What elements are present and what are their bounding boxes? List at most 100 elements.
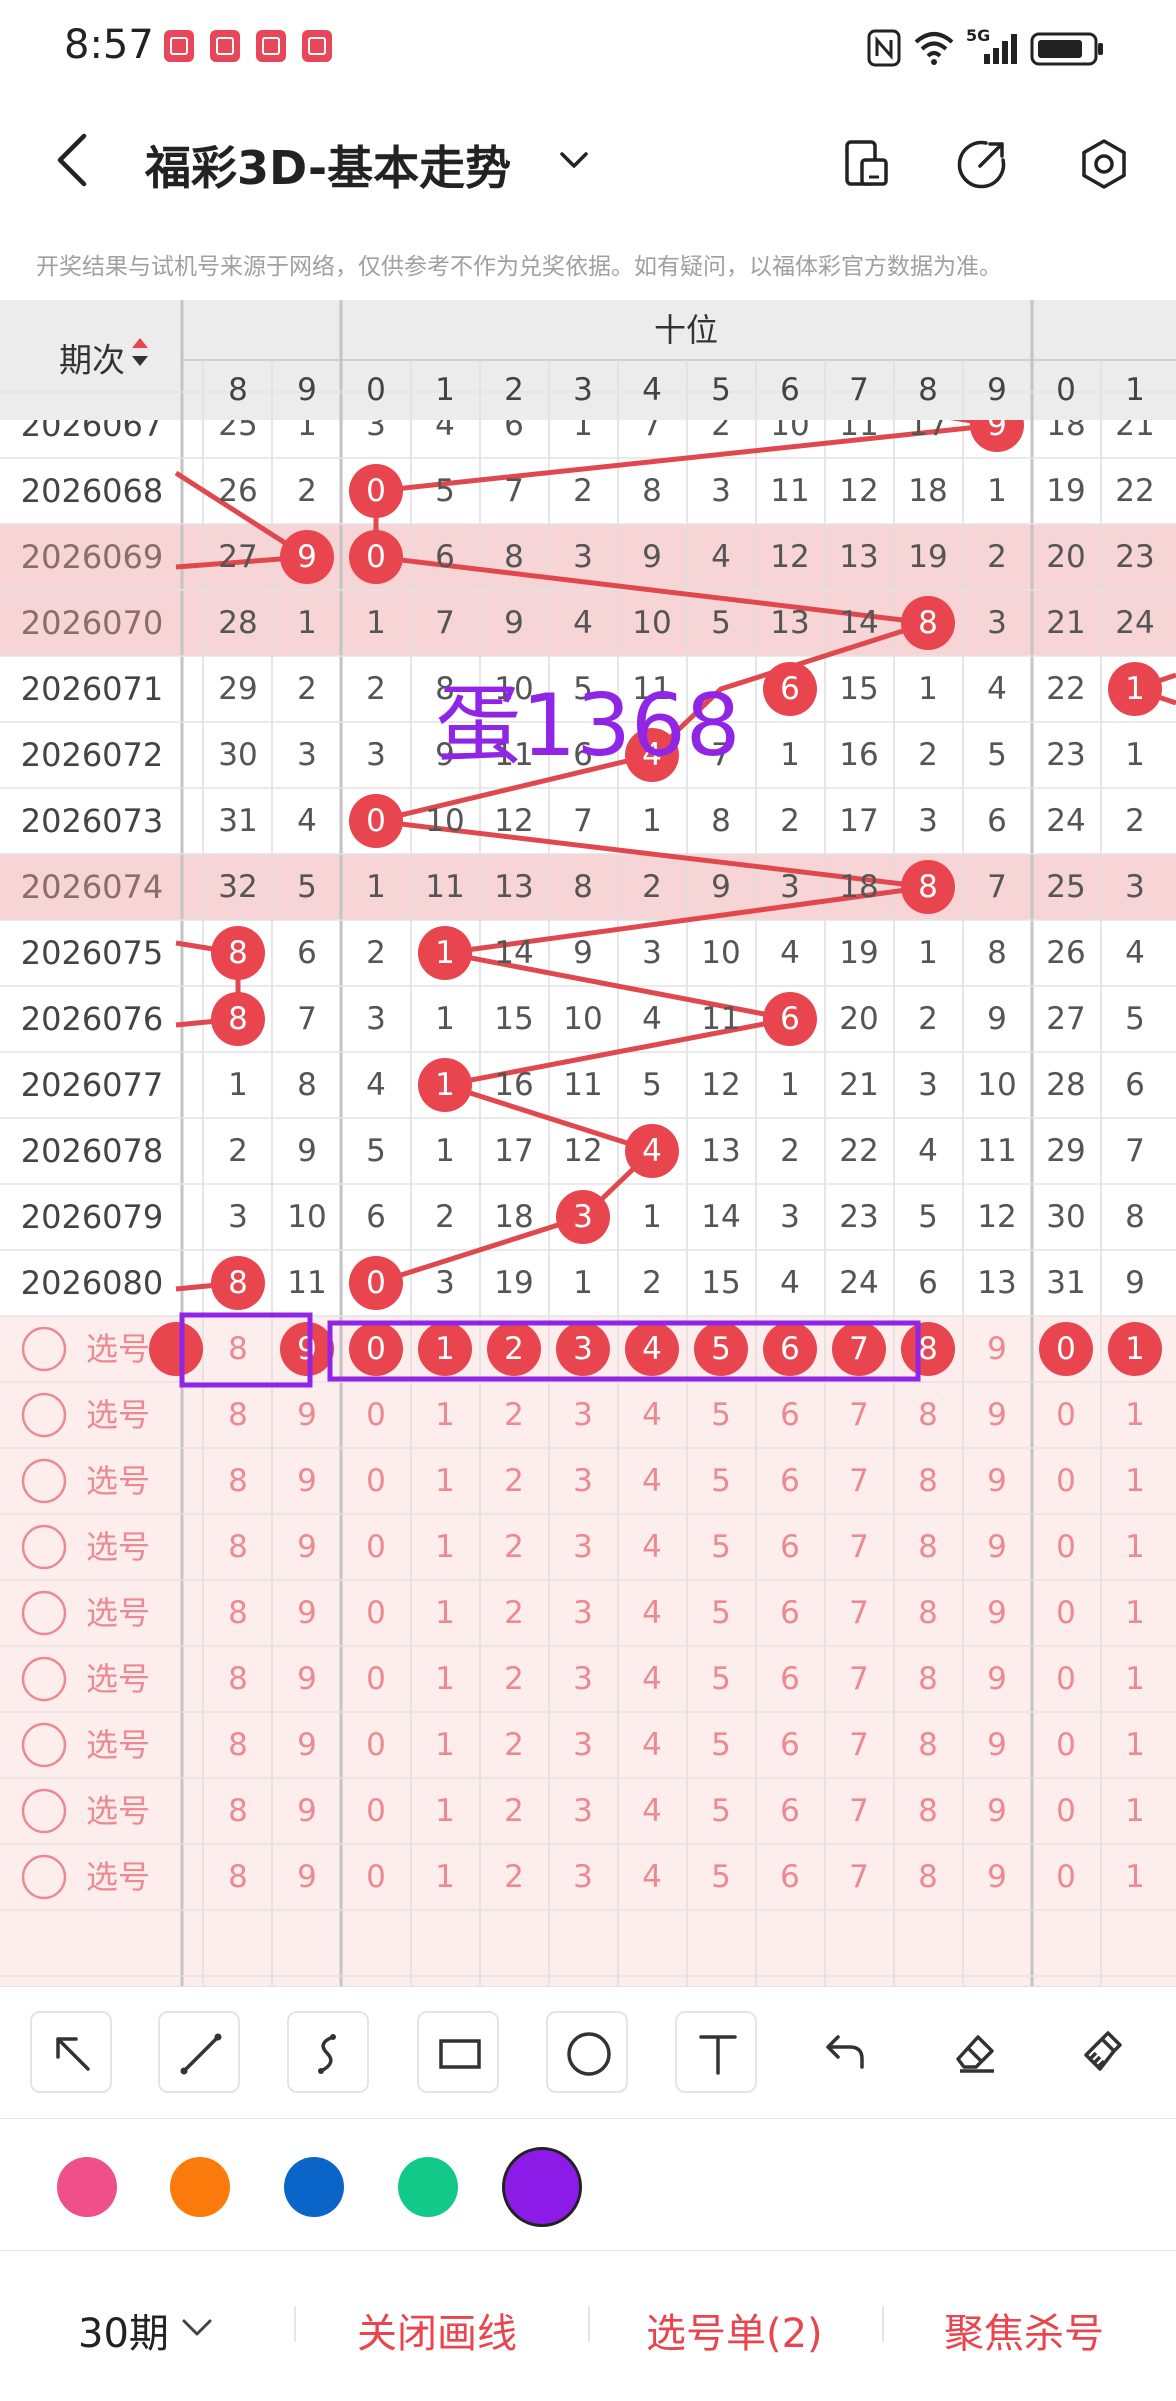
miss-cell: 13: [839, 539, 878, 575]
pick-number: 7: [849, 1397, 869, 1433]
miss-cell: 4: [1125, 935, 1145, 971]
col-header: 9: [987, 372, 1007, 408]
pick-number: 9: [987, 1463, 1007, 1499]
miss-cell: 5: [711, 605, 731, 641]
miss-cell: 3: [228, 1199, 248, 1235]
pick-number: 8: [918, 1529, 938, 1565]
miss-cell: 12: [563, 1133, 602, 1169]
miss-cell: 12: [839, 473, 878, 509]
pick-number: 0: [366, 1859, 386, 1895]
miss-cell: 18: [908, 473, 947, 509]
status-time: 8:57: [64, 22, 154, 68]
miss-cell: 32: [218, 869, 257, 905]
miss-cell: 22: [1046, 671, 1085, 707]
pick-label: 选号: [86, 1330, 150, 1368]
miss-cell: 5: [918, 1199, 938, 1235]
miss-cell: 4: [573, 605, 593, 641]
miss-cell: 0: [366, 473, 386, 509]
col-header: 6: [780, 372, 800, 408]
col-header: 1: [435, 372, 455, 408]
focus-kill-button[interactable]: 聚焦杀号: [944, 2301, 1104, 2359]
line-tool-icon[interactable]: [158, 2011, 240, 2093]
pick-number: 4: [642, 1661, 662, 1697]
color-swatch-green[interactable]: [398, 2157, 458, 2217]
miss-cell: 11: [977, 1133, 1016, 1169]
arrow-tool-icon[interactable]: [30, 2011, 112, 2093]
pick-number: 3: [573, 1661, 593, 1697]
clear-brush-icon[interactable]: [1062, 2011, 1144, 2093]
miss-cell: 3: [297, 737, 317, 773]
close-lines-button[interactable]: 关闭画线: [357, 2301, 517, 2359]
period-select[interactable]: 30期: [78, 2301, 169, 2359]
period-cell: 2026076: [21, 1000, 164, 1038]
settings-icon[interactable]: [1078, 138, 1130, 190]
pick-number: 8: [228, 1793, 248, 1829]
miss-cell: 10: [563, 1001, 602, 1037]
pick-number: 0: [1056, 1463, 1076, 1499]
color-swatch-pink[interactable]: [57, 2157, 117, 2217]
miss-cell: 2: [228, 1133, 248, 1169]
miss-cell: 2: [918, 1001, 938, 1037]
miss-cell: 4: [987, 671, 1007, 707]
miss-cell: 13: [494, 869, 533, 905]
selection-list-button[interactable]: 选号单(2): [646, 2301, 823, 2359]
miss-cell: 8: [573, 869, 593, 905]
miss-cell: 1: [780, 1067, 800, 1103]
miss-cell: 23: [1115, 539, 1154, 575]
miss-cell: 4: [297, 803, 317, 839]
pick-number: 4: [642, 1463, 662, 1499]
miss-cell: 7: [1125, 1133, 1145, 1169]
miss-cell: 1: [366, 605, 386, 641]
trend-table[interactable]: 期次十位890123456789012026066249235361910164…: [0, 300, 1176, 1986]
eraser-icon[interactable]: [934, 2011, 1016, 2093]
pick-number: 0: [1056, 1661, 1076, 1697]
miss-cell: 22: [1115, 473, 1154, 509]
rectangle-tool-icon[interactable]: [417, 2011, 499, 2093]
miss-cell: 8: [918, 605, 938, 641]
page-title[interactable]: 福彩3D-基本走势: [145, 132, 511, 198]
miss-cell: 10: [632, 605, 671, 641]
curve-tool-icon[interactable]: [287, 2011, 369, 2093]
pick-number: 2: [504, 1793, 524, 1829]
circle-tool-icon[interactable]: [546, 2011, 628, 2093]
period-cell: 2026075: [21, 934, 164, 972]
pick-number: 8: [228, 1397, 248, 1433]
miss-cell: 9: [297, 539, 317, 575]
miss-cell: 4: [780, 1265, 800, 1301]
color-swatch-orange[interactable]: [170, 2157, 230, 2217]
text-tool-icon[interactable]: [675, 2011, 757, 2093]
share-icon[interactable]: [956, 138, 1008, 190]
chevron-down-icon[interactable]: [180, 2315, 214, 2341]
pick-number: 7: [849, 1331, 869, 1367]
pick-number: 3: [573, 1529, 593, 1565]
pick-number: 5: [711, 1463, 731, 1499]
pick-number: 4: [642, 1793, 662, 1829]
miss-cell: 30: [218, 737, 257, 773]
group-header-tens: 十位: [654, 311, 718, 349]
miss-cell: 9: [1125, 1265, 1145, 1301]
pick-number: 0: [366, 1529, 386, 1565]
back-icon[interactable]: [50, 130, 96, 190]
color-swatch-purple-selected[interactable]: [502, 2147, 582, 2227]
pick-number: 6: [780, 1595, 800, 1631]
col-header: 1: [1125, 372, 1145, 408]
pick-number: 3: [573, 1727, 593, 1763]
miss-cell: 21: [839, 1067, 878, 1103]
chevron-down-icon[interactable]: [556, 146, 592, 176]
color-swatch-blue[interactable]: [284, 2157, 344, 2217]
pick-number: 8: [228, 1595, 248, 1631]
miss-cell: 3: [366, 1001, 386, 1037]
col-header: 4: [642, 372, 662, 408]
pick-number: 1: [1125, 1397, 1145, 1433]
miss-cell: 1: [435, 1001, 455, 1037]
miss-cell: 2: [780, 1133, 800, 1169]
miss-cell: 1: [297, 605, 317, 641]
miss-cell: 24: [839, 1265, 878, 1301]
undo-icon[interactable]: [804, 2011, 886, 2093]
phone-toggle-icon[interactable]: [842, 138, 892, 188]
pick-number: 2: [504, 1331, 524, 1367]
pick-number: 6: [780, 1397, 800, 1433]
color-palette: [0, 2118, 1176, 2251]
miss-cell: 26: [1046, 935, 1085, 971]
battery-icon: [1030, 32, 1103, 66]
